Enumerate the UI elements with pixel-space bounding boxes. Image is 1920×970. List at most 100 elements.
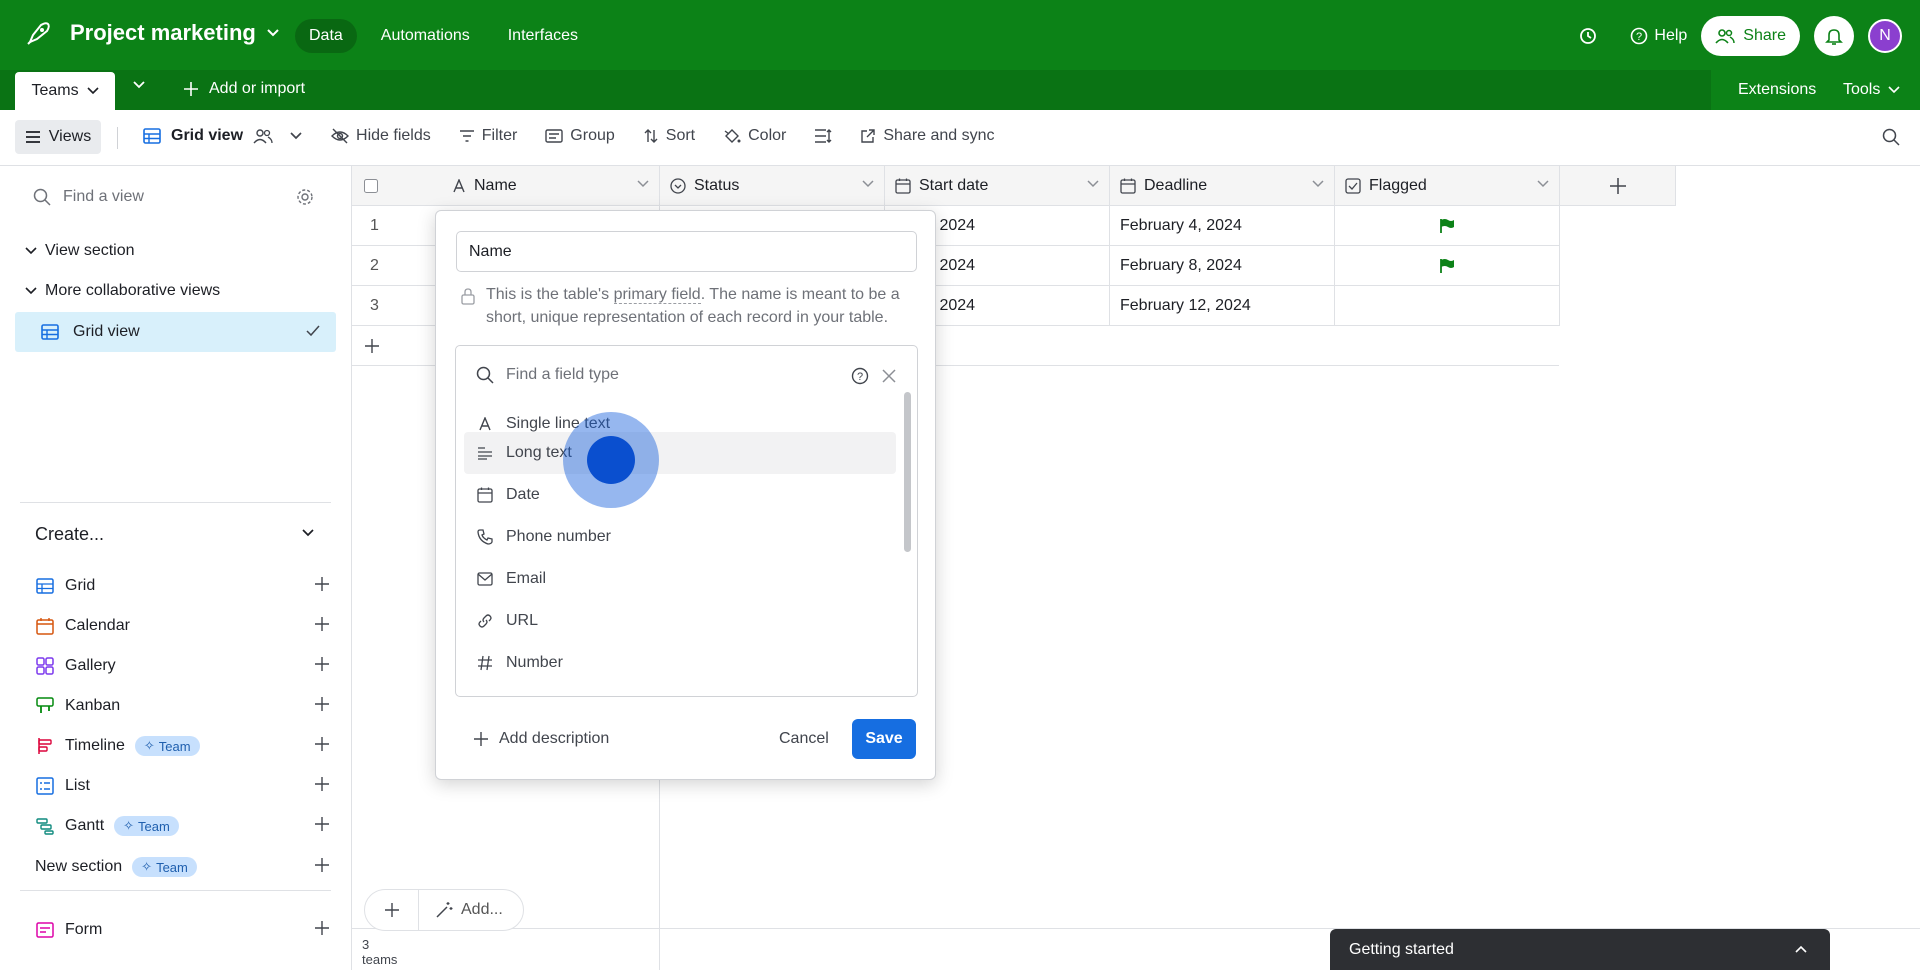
all-tables-dropdown[interactable] <box>132 80 146 90</box>
view-section[interactable]: View section <box>25 242 135 260</box>
find-view-input[interactable]: Find a view <box>33 188 144 206</box>
tab-data[interactable]: Data <box>295 19 357 53</box>
tab-interfaces[interactable]: Interfaces <box>494 19 592 53</box>
team-badge-label: Team <box>156 859 188 875</box>
save-button[interactable]: Save <box>852 719 916 759</box>
hide-fields-button[interactable]: Hide fields <box>331 127 431 145</box>
deadline-cell[interactable]: February 8, 2024 <box>1110 246 1335 286</box>
field-type-scrollbar[interactable] <box>904 392 911 552</box>
base-title[interactable]: Project marketing <box>70 20 280 46</box>
field-name-input[interactable]: Name <box>456 231 917 272</box>
row-height-button[interactable] <box>814 128 832 144</box>
field-type-date[interactable]: Date <box>464 474 896 516</box>
flagged-cell[interactable] <box>1335 286 1560 326</box>
field-type-label: Long text <box>506 444 572 461</box>
field-type-search-input[interactable]: Find a field type <box>476 366 619 384</box>
rocket-logo-icon[interactable] <box>24 20 52 48</box>
grid-icon <box>41 324 59 340</box>
sidebar-item-grid-view[interactable]: Grid view <box>15 312 336 352</box>
chevron-up-icon <box>1795 945 1807 953</box>
chevron-down-icon <box>25 287 37 295</box>
column-header-flagged[interactable]: Flagged <box>1335 166 1560 206</box>
add-field-button[interactable] <box>1560 166 1676 206</box>
filter-label: Filter <box>481 127 518 144</box>
view-switcher[interactable]: Grid view <box>143 127 303 145</box>
chevron-down-icon[interactable] <box>1312 180 1324 188</box>
add-description-button[interactable]: Add description <box>473 730 609 748</box>
create-timeline-item[interactable]: Timeline ✧ Team <box>35 734 340 758</box>
column-header-start-date[interactable]: Start date <box>885 166 1110 206</box>
search-icon <box>33 188 51 206</box>
chevron-down-icon[interactable] <box>862 180 874 188</box>
lock-icon <box>461 288 475 305</box>
table-bar: Teams Add or import Extensions Tools <box>0 70 1920 110</box>
column-header-name[interactable]: Name <box>352 166 660 206</box>
plus-icon <box>315 737 329 751</box>
create-gantt-item[interactable]: Gantt ✧ Team <box>35 814 340 838</box>
tools-button[interactable]: Tools <box>1843 81 1900 99</box>
getting-started-banner[interactable]: Getting started <box>1330 929 1830 970</box>
field-type-long-text[interactable]: Long text <box>464 432 896 474</box>
checkbox-icon[interactable] <box>364 179 378 193</box>
getting-started-label: Getting started <box>1349 940 1454 958</box>
help-button[interactable]: ? Help <box>1630 27 1687 45</box>
sidebar-settings-button[interactable] <box>296 188 314 206</box>
extensions-button[interactable]: Extensions <box>1738 81 1816 99</box>
column-header-label: Status <box>694 177 740 194</box>
avatar[interactable]: N <box>1868 19 1902 53</box>
field-type-email[interactable]: Email <box>464 558 896 600</box>
views-label: Views <box>48 128 92 145</box>
notifications-button[interactable] <box>1814 16 1854 56</box>
close-icon[interactable] <box>881 368 897 384</box>
chevron-down-icon[interactable] <box>1087 180 1099 188</box>
filter-button[interactable]: Filter <box>459 127 518 145</box>
history-button[interactable] <box>1578 26 1598 46</box>
chevron-down-icon[interactable] <box>301 528 315 538</box>
chevron-down-icon[interactable] <box>1537 180 1549 188</box>
plus-icon <box>315 617 329 631</box>
plus-icon <box>365 339 379 353</box>
field-type-phone-number[interactable]: Phone number <box>464 516 896 558</box>
collaborative-views-section[interactable]: More collaborative views <box>25 282 220 300</box>
plus-icon <box>315 921 329 935</box>
tab-automations[interactable]: Automations <box>367 19 484 53</box>
create-form-item[interactable]: Form <box>35 918 340 942</box>
group-button[interactable]: Group <box>545 127 615 145</box>
help-icon[interactable]: ? <box>851 367 869 385</box>
table-tab-teams[interactable]: Teams <box>15 72 115 110</box>
add-record-button[interactable] <box>365 890 419 930</box>
create-calendar-item[interactable]: Calendar <box>35 614 340 638</box>
field-type-url[interactable]: URL <box>464 600 896 642</box>
create-gallery-item[interactable]: Gallery <box>35 654 340 678</box>
create-kanban-item[interactable]: Kanban <box>35 694 340 718</box>
create-list-item[interactable]: List <box>35 774 340 798</box>
collaborators-icon <box>253 129 273 144</box>
grid-icon <box>143 128 161 144</box>
flagged-cell[interactable] <box>1335 206 1560 246</box>
share-button[interactable]: Share <box>1701 16 1800 56</box>
color-button[interactable]: Color <box>723 127 786 145</box>
add-or-import-button[interactable]: Add or import <box>183 80 305 98</box>
column-header-deadline[interactable]: Deadline <box>1110 166 1335 206</box>
column-header-status[interactable]: Status <box>660 166 885 206</box>
sparkle-icon: ✧ <box>143 738 155 753</box>
deadline-cell[interactable]: February 4, 2024 <box>1110 206 1335 246</box>
share-and-sync-button[interactable]: Share and sync <box>860 127 995 145</box>
chevron-down-icon[interactable] <box>637 180 649 188</box>
add-with-ai-button[interactable]: Add... <box>419 901 503 919</box>
views-button[interactable]: Views <box>15 120 101 154</box>
sort-button[interactable]: Sort <box>643 127 695 145</box>
svg-text:?: ? <box>1636 31 1642 43</box>
primary-field-link[interactable]: primary field <box>613 286 701 304</box>
cancel-button[interactable]: Cancel <box>779 730 829 748</box>
deadline-cell[interactable]: February 12, 2024 <box>1110 286 1335 326</box>
create-new-section-item[interactable]: New section ✧ Team <box>35 855 340 879</box>
field-type-label: URL <box>506 612 539 629</box>
flagged-cell[interactable] <box>1335 246 1560 286</box>
calendar-icon <box>1120 178 1136 194</box>
create-heading[interactable]: Create... <box>35 524 104 545</box>
share-and-sync-label: Share and sync <box>883 127 995 144</box>
field-type-number[interactable]: Number <box>464 642 896 684</box>
search-button[interactable] <box>1882 128 1900 146</box>
create-grid-item[interactable]: Grid <box>35 574 340 598</box>
